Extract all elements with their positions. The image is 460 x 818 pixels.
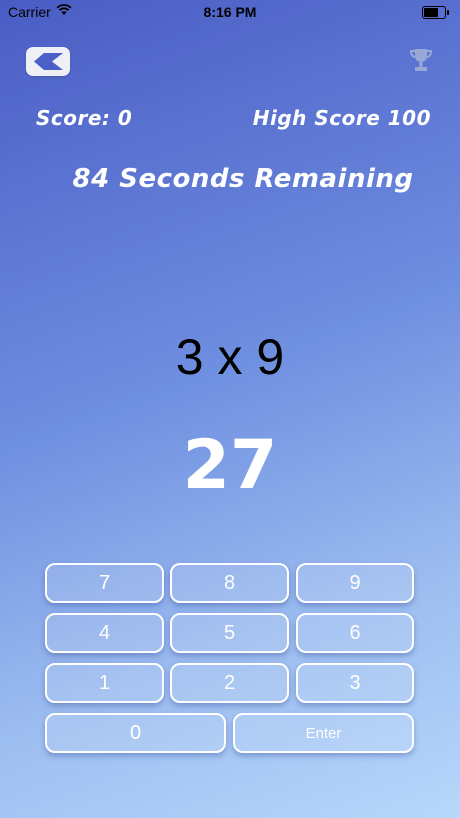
key-5[interactable]: 5	[170, 613, 289, 653]
key-0[interactable]: 0	[45, 713, 226, 753]
key-4[interactable]: 4	[45, 613, 164, 653]
back-button[interactable]	[26, 47, 70, 76]
key-6[interactable]: 6	[296, 613, 414, 653]
key-1[interactable]: 1	[45, 663, 164, 703]
timer-label: 84 Seconds Remaining	[72, 164, 414, 194]
key-7[interactable]: 7	[45, 563, 164, 603]
answer-display: 27	[182, 426, 278, 505]
status-bar: Carrier 8:16 PM	[0, 0, 460, 24]
enter-button[interactable]: Enter	[233, 713, 414, 753]
trophy-icon[interactable]	[409, 46, 433, 78]
key-3[interactable]: 3	[296, 663, 414, 703]
key-2[interactable]: 2	[170, 663, 289, 703]
back-chevron-icon	[34, 53, 63, 70]
high-score-label: High Score 100	[252, 106, 431, 130]
score-label: Score: 0	[36, 106, 133, 130]
key-9[interactable]: 9	[296, 563, 414, 603]
clock: 8:16 PM	[203, 4, 257, 20]
question-text: 3 x 9	[175, 329, 285, 385]
battery-icon	[422, 6, 449, 19]
key-8[interactable]: 8	[170, 563, 289, 603]
